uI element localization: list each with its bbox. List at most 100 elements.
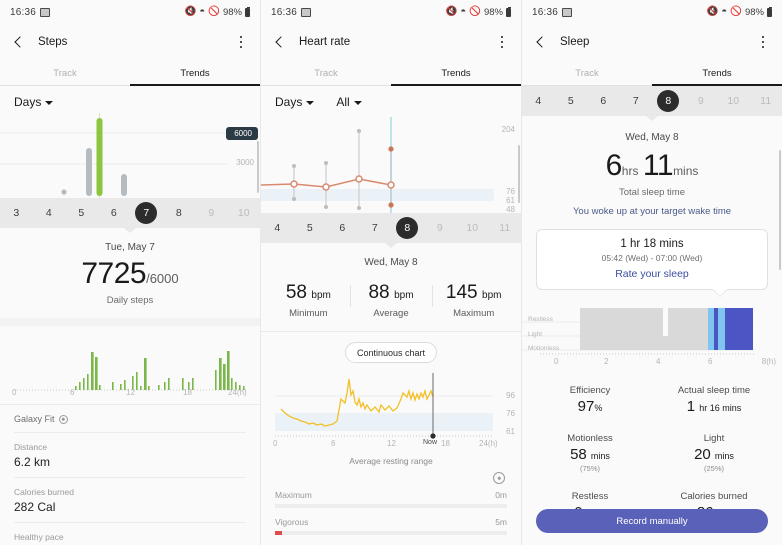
stat-unit: bpm: [311, 290, 331, 301]
metric-number: 1: [686, 398, 696, 415]
day-item[interactable]: 6: [587, 95, 620, 107]
status-bar-left: 16:36: [271, 7, 312, 18]
stat-label: Maximum: [453, 308, 495, 319]
steps-detail-list: Galaxy Fit Distance 6.2 km Calories burn…: [0, 405, 260, 545]
day-item[interactable]: 9: [685, 95, 718, 107]
metric-unit: hr 16 mins: [699, 403, 742, 413]
info-icon[interactable]: [493, 472, 505, 484]
tab-active-indicator: [130, 84, 260, 86]
filter-row-steps: Days: [0, 86, 260, 113]
day-item[interactable]: 10: [456, 222, 489, 234]
divider: [261, 331, 521, 332]
filter-all-label: All: [336, 95, 350, 109]
filter-days[interactable]: Days: [14, 95, 54, 109]
day-item[interactable]: 11: [750, 95, 782, 107]
day-item[interactable]: 7: [359, 222, 392, 234]
day-item[interactable]: 9: [424, 222, 457, 234]
status-bar-right: 🔇 ◓ 🚫 98%: [445, 6, 511, 18]
day-item-selected[interactable]: 8: [391, 222, 424, 234]
day-item[interactable]: 9: [195, 207, 228, 219]
tab-trends[interactable]: Trends: [391, 60, 521, 86]
steps-goal: /6000: [146, 271, 179, 286]
x-tick: 8(h): [761, 357, 776, 366]
back-icon[interactable]: [12, 35, 26, 49]
day-item-selected[interactable]: 7: [130, 207, 163, 219]
steps-trend-chart[interactable]: 6000 3000: [0, 113, 260, 198]
day-item[interactable]: 10: [228, 207, 261, 219]
more-options-icon[interactable]: [756, 34, 770, 50]
steps-value-row: 7725/6000: [0, 257, 260, 291]
tab-trends[interactable]: Trends: [652, 60, 782, 86]
chart-scrollbar[interactable]: [518, 145, 520, 203]
metric-value: 58 mins: [528, 446, 652, 463]
tab-track[interactable]: Track: [261, 60, 391, 86]
screen-sleep: 16:36 🔇 ◓ 🚫 98% Sleep Track Trends 4 5 6…: [522, 0, 782, 545]
tab-trends[interactable]: Trends: [130, 60, 260, 86]
record-manually-button[interactable]: Record manually: [536, 509, 768, 533]
mute-icon: 🔇: [445, 6, 458, 18]
filter-row-heart-rate: Days All: [261, 86, 521, 113]
status-time: 16:36: [532, 6, 559, 18]
status-bar-right: 🔇 ◓ 🚫 98%: [184, 6, 250, 18]
mute-icon: 🔇: [184, 6, 197, 18]
sleep-tooltip[interactable]: 1 hr 18 mins 05:42 (Wed) - 07:00 (Wed) R…: [536, 229, 768, 290]
page-title: Sleep: [560, 36, 590, 48]
day-item[interactable]: 10: [717, 95, 750, 107]
day-item[interactable]: 4: [33, 207, 66, 219]
day-item[interactable]: 7: [620, 95, 653, 107]
x-tick: 0: [554, 357, 559, 366]
detail-value: 6.2 km: [14, 455, 51, 469]
sleep-stages-chart[interactable]: Restless Light Motionless 0 2 4 6 8(h): [522, 150, 782, 368]
day-item[interactable]: 5: [294, 222, 327, 234]
metric-label: Efficiency: [569, 385, 611, 396]
info-icon[interactable]: [58, 414, 68, 424]
continuous-chart-button[interactable]: Continuous chart: [345, 342, 437, 363]
axis-tick-max: 204: [501, 125, 515, 134]
heart-rate-trend-chart[interactable]: 204 76 61 48: [261, 113, 521, 214]
day-item[interactable]: 8: [163, 207, 196, 219]
mute-icon: 🔇: [706, 6, 719, 18]
day-item[interactable]: 4: [261, 222, 294, 234]
day-item-selected[interactable]: 8: [652, 95, 685, 107]
tabs-heart-rate: Track Trends: [261, 60, 521, 86]
day-selector-sleep[interactable]: 4 5 6 7 8 9 10 11: [522, 86, 782, 116]
filter-days[interactable]: Days: [275, 95, 315, 109]
tabs-steps: Track Trends: [0, 60, 260, 86]
stat-label: Minimum: [289, 308, 328, 319]
more-options-icon[interactable]: [234, 34, 248, 50]
status-bar-right: 🔇 ◓ 🚫 98%: [706, 6, 772, 18]
chart-scrollbar[interactable]: [257, 141, 259, 193]
back-icon[interactable]: [273, 35, 287, 49]
zone-bar: [275, 531, 507, 535]
chevron-down-icon: [353, 101, 362, 105]
day-selector-heart-rate[interactable]: 4 5 6 7 8 9 10 11: [261, 213, 521, 243]
day-item[interactable]: 3: [0, 207, 33, 219]
day-item[interactable]: 6: [326, 222, 359, 234]
detail-key: Distance: [14, 442, 48, 452]
day-item[interactable]: 6: [98, 207, 131, 219]
back-icon[interactable]: [534, 35, 548, 49]
filter-all[interactable]: All: [336, 95, 362, 109]
metric-value: 20 mins: [652, 446, 776, 463]
day-item[interactable]: 4: [522, 95, 555, 107]
zone-row-maximum: Maximum 0m: [261, 484, 521, 511]
day-item[interactable]: 5: [65, 207, 98, 219]
zone-label: Vigorous: [275, 517, 309, 527]
x-tick: 0: [273, 439, 278, 448]
day-item[interactable]: 5: [555, 95, 588, 107]
x-tick: 0: [12, 388, 17, 397]
tab-track[interactable]: Track: [0, 60, 130, 86]
day-selector-steps[interactable]: 3 4 5 6 7 8 9 10: [0, 198, 260, 228]
more-options-icon[interactable]: [495, 34, 509, 50]
rate-your-sleep-link[interactable]: Rate your sleep: [543, 268, 761, 280]
device-row[interactable]: Galaxy Fit: [14, 405, 246, 433]
stage-label-motionless: Motionless: [528, 345, 560, 352]
tab-track[interactable]: Track: [522, 60, 652, 86]
page-scrollbar[interactable]: [779, 150, 781, 270]
day-item[interactable]: 11: [489, 222, 522, 234]
sleep-total-row: 6hrs 11mins: [522, 149, 782, 183]
x-tick: 24(h): [479, 439, 498, 448]
metric-label: Restless: [571, 491, 609, 502]
status-bar: 16:36 🔇 ◓ 🚫 98%: [522, 0, 782, 24]
tooltip-duration: 1 hr 18 mins: [620, 238, 684, 250]
